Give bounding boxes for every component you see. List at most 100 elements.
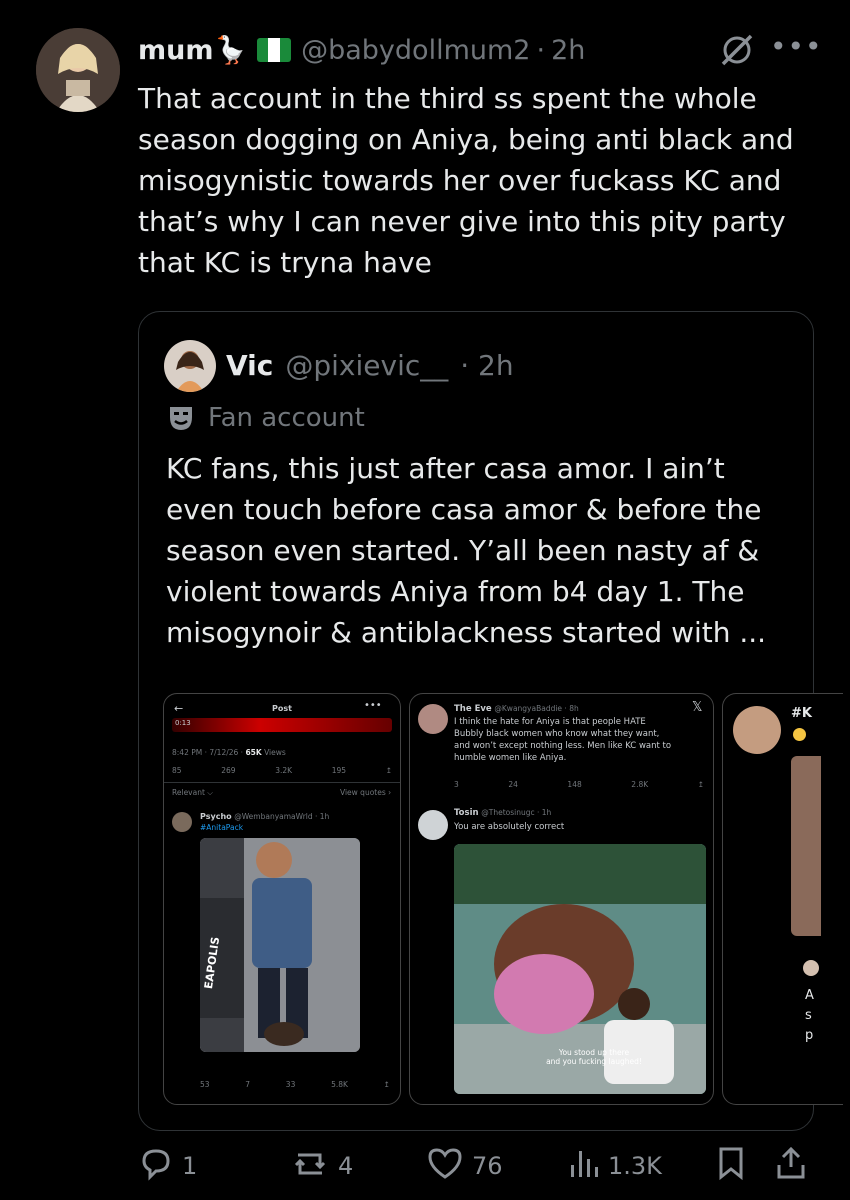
eve-stat-likes: 148 [567,780,582,789]
theater-mask-icon [166,403,196,433]
reply-name: Psycho [200,812,232,821]
eve-text-line: Bubbly black women who know what they wa… [454,729,660,739]
video-time: 0:13 [175,719,191,727]
meta-views: 65K [245,748,262,757]
reply-header: Psycho @WembanyamaWrld · 1h [200,812,329,821]
quoted-author-handle[interactable]: @pixievic__ [285,349,448,382]
tweet-time[interactable]: 2h [551,35,585,66]
tweet-header: mum🪿 @babydollmum2 · 2h [138,30,585,70]
quoted-text-line: violent towards Aniya from b4 day 1. The [166,575,745,608]
repost-icon [290,1145,330,1187]
caption-line: and you fucking laughed! [546,1057,642,1066]
reply-button[interactable]: 1 [138,1145,197,1187]
quoted-text-line: KC fans, this just after casa amor. I ai… [166,452,725,485]
reply-stat-replies: 53 [200,1080,210,1089]
meta-views-label: Views [261,748,286,757]
quoted-author-name[interactable]: Vic [226,349,273,382]
repost-button[interactable]: 4 [290,1145,353,1187]
quoted-text: KC fans, this just after casa amor. I ai… [166,448,796,653]
attached-screenshot-3[interactable]: #K A s p [722,693,843,1105]
attached-screenshot-2[interactable]: The Eve @KwangyaBaddie · 8h 𝕏 I think th… [409,693,714,1105]
tweet-action-bar: 1 4 76 1.3K [138,1145,818,1185]
shot3-letter: s [805,1008,812,1023]
tosin-image-caption: You stood up there and you fucking laugh… [514,1048,674,1066]
author-name[interactable]: mum🪿 [138,34,247,66]
tweet-text-line: that KC is tryna have [138,246,432,279]
eve-text: I think the hate for Aniya is that peopl… [454,716,710,764]
eve-share-icon: ↥ [697,780,704,789]
share-button[interactable] [774,1145,808,1187]
tosin-text: You are absolutely correct [454,822,565,832]
tosin-header: Tosin @Thetosinugc · 1h [454,808,551,818]
reply-share-icon: ↥ [383,1080,390,1089]
author-avatar[interactable] [36,28,120,112]
share-icon [774,1145,808,1187]
views-count: 1.3K [608,1152,662,1180]
like-count: 76 [472,1152,503,1180]
views-button[interactable]: 1.3K [568,1145,662,1187]
reply-stat-reposts: 7 [245,1080,251,1089]
stat-bookmarks: 195 [331,766,347,775]
shot3-side-text: A s p [805,986,814,1046]
share-icon: ↥ [385,766,392,775]
quoted-text-line: misogynoir & antiblackness started with … [166,616,767,649]
tosin-avatar [418,810,448,840]
author-handle[interactable]: @babydollmum2 [301,35,530,66]
tosin-name: Tosin [454,808,479,818]
eve-stat-reposts: 24 [508,780,518,789]
repost-count: 4 [338,1152,354,1180]
reply-stats-row: 53 7 33 5.8K ↥ [200,1080,390,1089]
shot3-avatar [733,706,781,754]
shot3-reply-avatar [803,960,819,976]
reply-stat-likes: 33 [285,1080,296,1089]
tweet-text-line: misogynistic towards her over fuckass KC… [138,164,782,197]
dot-separator: · [536,34,546,66]
attached-screenshot-1[interactable]: ← Post ••• 0:13 8:42 PM · 7/12/26 · 65K … [163,693,401,1105]
fan-account-text: Fan account [208,403,365,433]
meta-line: 8:42 PM · 7/12/26 · 65K Views [172,748,286,757]
eve-avatar [418,704,448,734]
tosin-image: You stood up there and you fucking laugh… [454,844,706,1094]
more-icon: ••• [364,700,382,711]
heart-icon [426,1145,464,1187]
eve-stat-replies: 3 [454,780,459,789]
eve-text-line: humble women like Aniya. [454,753,567,763]
bookmark-button[interactable] [716,1145,746,1187]
quoted-time[interactable]: · 2h [460,349,513,382]
back-arrow-icon: ← [174,702,184,715]
eve-text-line: and won’t except nothing less. Men like … [454,741,672,751]
quoted-text-line: season even started. Y’all been nasty af… [166,534,760,567]
shot3-letter: p [805,1028,814,1043]
post-header: Post [272,704,292,713]
meta-date: 8:42 PM · 7/12/26 · [172,748,246,757]
tosin-handle: @Thetosinugc · 1h [481,808,552,817]
tweet-text: That account in the third ss spent the w… [138,78,828,283]
eve-header: The Eve @KwangyaBaddie · 8h [454,704,579,714]
like-button[interactable]: 76 [426,1145,503,1187]
eve-text-line: I think the hate for Aniya is that peopl… [454,717,646,727]
reply-image: EAPOLIS [200,838,360,1052]
grok-icon[interactable] [717,30,757,70]
nigeria-flag-icon [257,38,292,62]
stat-reposts: 269 [221,766,236,775]
video-strip: 0:13 [172,718,392,732]
laughing-emoji-icon [793,728,806,741]
relevant-filter: Relevant ⌵ [172,788,213,797]
quoted-author-avatar[interactable] [164,340,216,392]
eve-stats-row: 3 24 148 2.8K ↥ [454,780,704,789]
quoted-text-line: even touch before casa amor & before the [166,493,762,526]
bookmark-icon [716,1145,746,1187]
tweet-text-line: season dogging on Aniya, being anti blac… [138,123,794,156]
views-chart-icon [568,1145,600,1187]
fan-account-label: Fan account [166,400,365,436]
tweet-text-line: that’s why I can never give into this pi… [138,205,786,238]
shot3-image [791,756,821,936]
more-options-icon[interactable]: ••• [770,30,823,63]
stats-row: 85 269 3.2K 195 ↥ [172,766,392,775]
view-quotes-link: View quotes › [340,788,392,797]
x-logo-icon: 𝕏 [692,700,703,715]
divider [164,782,400,783]
eve-handle: @KwangyaBaddie · 8h [494,704,579,713]
reply-icon [138,1145,174,1187]
reply-hashtag: #AnitaPack [200,823,244,832]
